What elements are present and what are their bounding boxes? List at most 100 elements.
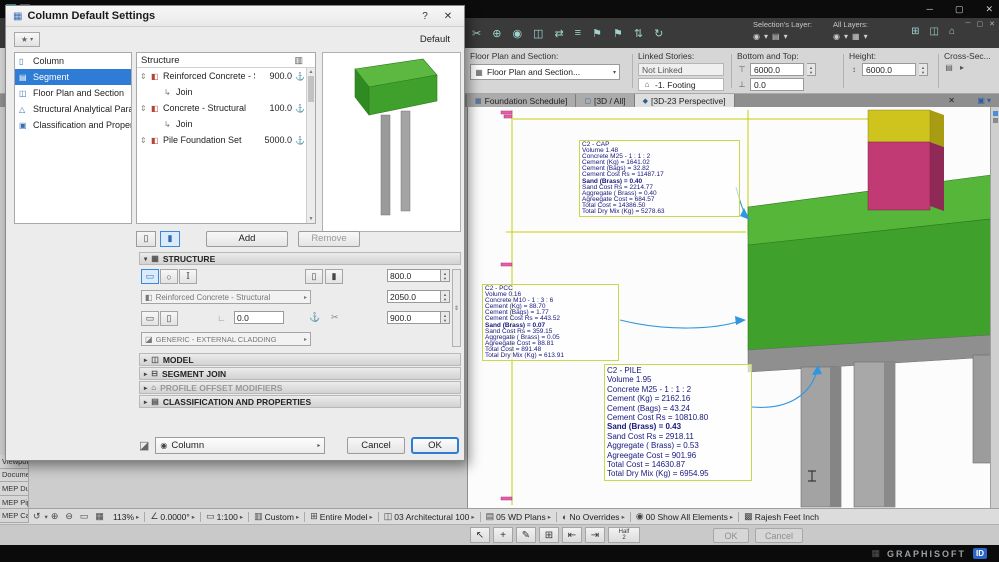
toolbar-icon[interactable]: ⊞ xyxy=(911,26,919,37)
quick-option[interactable]: ▤ 05 WD Plans ▸ xyxy=(486,511,551,522)
tool-icon[interactable]: ⊞ xyxy=(539,527,559,543)
toolbar-icon[interactable]: ⊕ xyxy=(492,27,501,40)
palette-tab[interactable]: MEP Cab xyxy=(0,509,29,523)
ok-button[interactable]: OK xyxy=(411,436,459,454)
scrollbar-thumb[interactable] xyxy=(308,76,314,102)
tab-overview-icon[interactable]: ▣ ▾ xyxy=(977,96,991,105)
remove-segment-button[interactable]: Remove xyxy=(298,230,360,247)
settings-page-item[interactable]: ▣ Classification and Properties xyxy=(15,117,131,133)
settings-page-item[interactable]: ▯ Column xyxy=(15,53,131,69)
layer-visibility-icon[interactable]: ◉ xyxy=(753,32,760,41)
quick-option[interactable]: ∠ 0.0000° ▸ xyxy=(150,511,195,522)
section-header[interactable]: ▸ ⊟ SEGMENT JOIN xyxy=(139,367,461,380)
toolbar-icon[interactable]: ↻ xyxy=(654,27,663,40)
circular-shape-button[interactable]: ○ xyxy=(160,269,178,284)
profile-shape-button[interactable]: I xyxy=(179,269,197,284)
palette-tab[interactable]: MEP Duc xyxy=(0,482,29,496)
drag-handle-icon[interactable]: ⇕ xyxy=(140,136,148,145)
graphisoft-id-badge[interactable]: ID xyxy=(973,548,987,559)
quick-option[interactable]: ▭ xyxy=(80,511,93,522)
linked-stories-dropdown[interactable]: Not Linked xyxy=(638,63,724,76)
segment-depth-field[interactable]: 2050.0 xyxy=(387,290,441,303)
chevron-down-icon[interactable]: ▾ xyxy=(844,32,848,41)
toolbar-icon[interactable]: ⇄ xyxy=(554,27,563,40)
settings-page-item[interactable]: ◫ Floor Plan and Section xyxy=(15,85,131,101)
tree-row[interactable]: ⇕ ◧ Concrete - Structural 100.0 ⚓ xyxy=(137,100,306,116)
layer-lock-icon[interactable]: ▦ xyxy=(852,32,860,41)
quick-option[interactable] xyxy=(144,511,146,522)
depth-dimension-icon[interactable]: ▮ xyxy=(325,269,343,284)
quick-option[interactable] xyxy=(304,511,306,522)
toolbar-icon[interactable]: ≡ xyxy=(575,27,581,39)
mdi-window-control-icon[interactable]: ▢ xyxy=(977,20,984,28)
quick-option[interactable] xyxy=(377,511,379,522)
tool-icon[interactable]: ↖ xyxy=(470,527,490,543)
3d-viewport[interactable]: C2 - CAP Volume 1.48 Concrete M25 - 1 : 1 … xyxy=(467,107,990,508)
top-elevation-field[interactable]: 6000.0 xyxy=(750,63,804,76)
segment-height-ruler[interactable]: ⇕ xyxy=(452,269,461,347)
settings-page-item[interactable]: △ Structural Analytical Parameters xyxy=(15,101,131,117)
rectangular-shape-button[interactable]: ▭ xyxy=(141,269,159,284)
quick-option[interactable] xyxy=(479,511,481,522)
quick-option[interactable] xyxy=(556,511,558,522)
toolbar-icon[interactable]: ⇅ xyxy=(634,27,643,40)
tree-row[interactable]: ⇕ ◧ Pile Foundation Set 5000.0 ⚓ xyxy=(137,132,306,148)
stepper[interactable]: ▴ ▾ xyxy=(441,290,450,303)
chevron-down-icon[interactable]: ▾ xyxy=(784,32,788,41)
anchor-icon[interactable]: ⚓ xyxy=(309,312,320,323)
cancel-button-disabled[interactable]: Cancel xyxy=(755,528,803,543)
tree-row[interactable]: ↳ Join xyxy=(137,84,306,100)
floor-plan-section-dropdown[interactable]: ▦ Floor Plan and Section... ▾ xyxy=(470,64,620,80)
quick-option[interactable] xyxy=(738,511,740,522)
layer-visibility-icon[interactable]: ◉ xyxy=(833,32,840,41)
cancel-button[interactable]: Cancel xyxy=(347,436,405,454)
minimize-icon[interactable]: ─ xyxy=(927,4,933,15)
dialog-title-bar[interactable]: ▦ Column Default Settings ? ✕ xyxy=(6,6,464,27)
width-dimension-icon[interactable]: ▯ xyxy=(305,269,323,284)
chevron-down-icon[interactable]: ▾ xyxy=(864,32,868,41)
quick-option[interactable]: ◉ 00 Show All Elements ▸ xyxy=(636,511,733,522)
panel-icon[interactable] xyxy=(992,118,998,123)
quick-option[interactable] xyxy=(200,511,202,522)
scroll-up-icon[interactable]: ▲ xyxy=(307,69,315,75)
chevron-down-icon[interactable]: ▾ xyxy=(764,32,768,41)
cut-icon[interactable]: ✂ xyxy=(331,312,339,323)
mdi-window-control-icon[interactable]: ✕ xyxy=(989,20,995,28)
tool-icon[interactable]: ⇤ xyxy=(562,527,582,543)
building-material-dropdown[interactable]: ◧ Reinforced Concrete - Structural ▸ xyxy=(141,290,311,304)
column-3d-preview[interactable] xyxy=(322,52,461,232)
section-header[interactable]: ▸ ◫ MODEL xyxy=(139,353,461,366)
uniform-segment-toggle[interactable]: ▯ xyxy=(136,230,156,247)
stepper[interactable]: ▴ ▾ xyxy=(441,311,450,324)
eraser-icon[interactable]: ◪ xyxy=(139,439,149,452)
drag-handle-icon[interactable]: ⇕ xyxy=(140,104,148,113)
quick-option[interactable]: ⊖ xyxy=(65,511,77,522)
stepper[interactable]: ▴ ▾ xyxy=(807,63,816,76)
close-dialog-icon[interactable]: ✕ xyxy=(439,11,457,22)
mdi-window-control-icon[interactable]: ─ xyxy=(966,20,971,28)
toolbar-icon[interactable]: ◉ xyxy=(512,27,522,40)
home-story-dropdown[interactable]: ⌂ -1. Footing xyxy=(638,78,724,91)
settings-page-item[interactable]: ▤ Segment xyxy=(15,69,131,85)
tree-scrollbar[interactable]: ▲ ▼ xyxy=(306,68,315,223)
maximize-icon[interactable]: ▢ xyxy=(955,4,964,15)
quick-option[interactable]: ◐ No Overrides ▸ xyxy=(562,512,625,522)
quick-option[interactable]: ◫ 03 Architectural 100 ▸ xyxy=(384,511,475,522)
section-header[interactable]: ▸ ⌂ PROFILE OFFSET MODIFIERS xyxy=(139,381,461,394)
ok-button-disabled[interactable]: OK xyxy=(713,528,749,543)
palette-tab[interactable]: Documen xyxy=(0,468,29,483)
scroll-down-icon[interactable]: ▼ xyxy=(307,216,315,222)
cladding-material-dropdown[interactable]: ◪ GENERIC - EXTERNAL CLADDING ▸ xyxy=(141,332,311,346)
tool-icon[interactable]: ⇥ xyxy=(585,527,605,543)
tool-icon[interactable]: + xyxy=(493,527,513,543)
height-field[interactable]: 6000.0 xyxy=(862,63,916,76)
multi-segment-toggle[interactable]: ▮ xyxy=(160,230,180,247)
close-tab-icon[interactable]: ✕ xyxy=(948,96,955,105)
toolbar-icon[interactable]: ⌂ xyxy=(949,26,955,37)
quick-option[interactable]: ↺ ▾ xyxy=(33,511,48,522)
veneer-option-toggle[interactable]: ▯ xyxy=(160,311,178,326)
toolbar-icon[interactable]: ◫ xyxy=(533,27,543,40)
toolbar-icon[interactable]: ◫ xyxy=(930,26,939,37)
segment-height-field[interactable]: 900.0 xyxy=(387,311,441,324)
tool-icon[interactable]: ✎ xyxy=(516,527,536,543)
